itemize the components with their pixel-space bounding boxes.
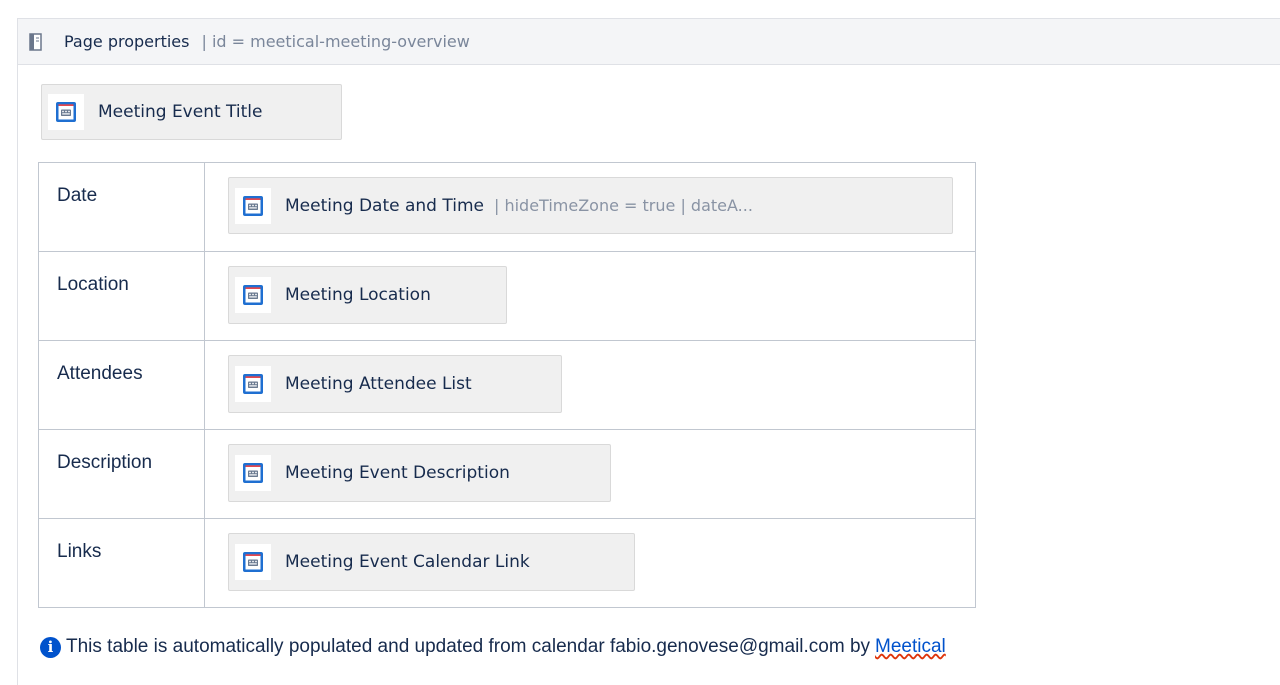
meetical-placeholder-icon (235, 544, 271, 580)
info-text: This table is automatically populated an… (66, 636, 871, 657)
meetical-placeholder-icon (235, 277, 271, 313)
placeholder-label: Meeting Date and Time (285, 195, 484, 216)
attendee-list-placeholder[interactable]: Meeting Attendee List (228, 355, 562, 413)
row-value-date: Meeting Date and Time | hideTimeZone = t… (204, 162, 976, 252)
date-time-placeholder[interactable]: Meeting Date and Time | hideTimeZone = t… (228, 177, 953, 234)
meetical-placeholder-icon (235, 455, 271, 491)
macro-header[interactable]: Page properties | id = meetical-meeting-… (18, 19, 1280, 65)
table-row: Attendees Meeting Attendee List (38, 340, 976, 430)
meetical-placeholder-icon (235, 187, 271, 224)
table-row: Description Meeting Event Description (38, 429, 976, 519)
book-icon (28, 32, 44, 51)
meetical-link[interactable]: Meetical (875, 636, 946, 658)
title-placeholder[interactable]: Meeting Event Title (41, 84, 342, 140)
placeholder-params: | hideTimeZone = true | dateA... (493, 196, 753, 215)
placeholder-label: Meeting Event Description (285, 463, 510, 483)
row-key-location: Location (38, 251, 205, 341)
placeholder-label: Meeting Attendee List (285, 374, 472, 394)
row-key-links: Links (38, 518, 205, 608)
table-row: Date Meeting Date and Time | hideTimeZon… (38, 162, 976, 252)
placeholder-label: Meeting Location (285, 285, 431, 305)
meetical-placeholder-icon (48, 94, 84, 130)
table-row: Location Meeting Location (38, 251, 976, 341)
placeholder-label: Meeting Event Calendar Link (285, 552, 530, 572)
table-row: Links Meeting Event Calendar Link (38, 518, 976, 608)
row-key-date: Date (38, 162, 205, 252)
calendar-link-placeholder[interactable]: Meeting Event Calendar Link (228, 533, 635, 591)
row-value-location: Meeting Location (204, 251, 976, 341)
row-value-attendees: Meeting Attendee List (204, 340, 976, 430)
location-placeholder[interactable]: Meeting Location (228, 266, 507, 324)
row-key-attendees: Attendees (38, 340, 205, 430)
info-icon: i (40, 636, 61, 658)
placeholder-label: Meeting Event Title (98, 102, 263, 122)
row-key-description: Description (38, 429, 205, 519)
properties-table: Date Meeting Date and Time | hideTimeZon… (38, 162, 976, 608)
row-value-description: Meeting Event Description (204, 429, 976, 519)
macro-title: Page properties (64, 32, 190, 51)
macro-params: | id = meetical-meeting-overview (201, 32, 470, 51)
row-value-links: Meeting Event Calendar Link (204, 518, 976, 608)
meetical-placeholder-icon (235, 366, 271, 402)
description-placeholder[interactable]: Meeting Event Description (228, 444, 611, 502)
info-message: i This table is automatically populated … (40, 636, 946, 658)
